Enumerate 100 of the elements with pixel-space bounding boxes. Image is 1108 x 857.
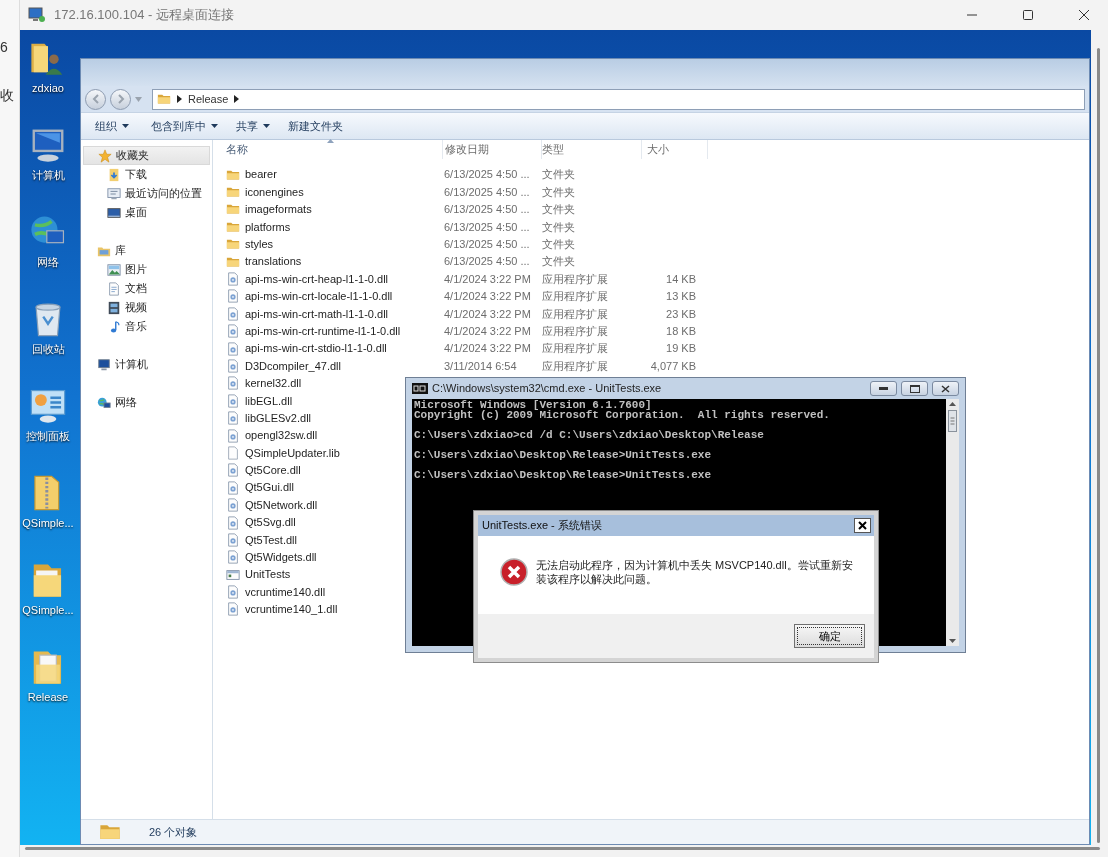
file-name[interactable]: Qt5Core.dll — [245, 462, 301, 479]
scrollbar-thumb[interactable] — [1097, 48, 1100, 843]
file-name[interactable]: api-ms-win-crt-heap-l1-1-0.dll — [245, 270, 389, 288]
size-cell-text: 23 KB — [665, 306, 696, 322]
type-cell-text: 文件夹 — [542, 254, 576, 270]
toolbar-button[interactable]: 共享 — [230, 115, 276, 137]
nav-item[interactable]: 文档 — [81, 279, 212, 298]
close-icon — [1078, 9, 1090, 21]
maximize-icon — [1022, 9, 1034, 21]
console-icon — [412, 383, 428, 394]
file-name[interactable]: libEGL.dll — [245, 392, 293, 409]
recent-icon — [107, 186, 121, 201]
file-name[interactable]: Qt5Widgets.dll — [245, 549, 317, 566]
scroll-up-icon[interactable] — [949, 402, 956, 406]
toolbar-button[interactable]: 组织 — [89, 115, 135, 137]
file-icon — [226, 550, 240, 565]
date-cell-text: 3/11/2014 6:54 — [443, 358, 518, 374]
network-icon — [97, 395, 111, 410]
close-button[interactable] — [854, 518, 871, 533]
desktop-icon-label[interactable]: 计算机 — [31, 167, 65, 184]
file-name[interactable]: opengl32sw.dll — [245, 427, 318, 444]
chevron-icon[interactable] — [177, 95, 182, 103]
file-name[interactable]: api-ms-win-crt-stdio-l1-1-0.dll — [245, 340, 387, 357]
desktop-icon-label[interactable]: zdxiao — [32, 80, 64, 97]
nav-item[interactable]: 网络 — [81, 393, 212, 412]
type-cell-text: 应用程序扩展 — [542, 358, 609, 374]
file-name[interactable]: api-ms-win-crt-runtime-l1-1-0.dll — [245, 322, 401, 340]
maximize-button[interactable] — [901, 381, 928, 396]
desktop-icon-label[interactable]: QSimple... — [22, 515, 74, 532]
nav-item[interactable]: 图片 — [81, 260, 212, 279]
file-icon — [226, 359, 240, 373]
file-name[interactable]: imageformats — [245, 201, 312, 218]
type-cell-text: 文件夹 — [542, 184, 576, 200]
nav-item[interactable]: 音乐 — [81, 317, 212, 336]
folder-icon — [157, 92, 171, 106]
file-name[interactable]: translations — [245, 253, 302, 270]
file-icon — [226, 272, 240, 287]
nav-item[interactable]: 视频 — [81, 298, 212, 317]
file-icon — [226, 411, 240, 426]
ok-button[interactable]: 确定 — [794, 624, 865, 648]
nav-item[interactable]: 库 — [81, 241, 212, 260]
file-name[interactable]: vcruntime140_1.dll — [245, 601, 338, 618]
file-name[interactable]: QSimpleUpdater.lib — [245, 444, 340, 462]
type-cell-text: 文件夹 — [542, 167, 576, 183]
toolbar-button[interactable]: 新建文件夹 — [282, 115, 349, 137]
file-name[interactable]: bearer — [245, 166, 277, 183]
restore-icon — [909, 384, 920, 393]
minimize-button[interactable] — [870, 381, 897, 396]
address-bar[interactable]: Release — [152, 88, 1085, 110]
file-icon — [226, 428, 240, 443]
file-name[interactable]: Qt5Svg.dll — [245, 514, 296, 531]
toolbar-button[interactable]: 包含到库中 — [145, 115, 224, 137]
file-name[interactable]: libGLESv2.dll — [245, 409, 312, 427]
nav-item[interactable]: 最近访问的位置 — [81, 184, 212, 203]
date-cell-text: 6/13/2025 4:50 ... — [443, 254, 531, 270]
file-name[interactable]: platforms — [245, 218, 291, 236]
type-cell-text: 文件夹 — [542, 237, 576, 252]
back-button[interactable] — [85, 88, 106, 110]
file-icon — [226, 532, 240, 547]
desktop-icon-label[interactable]: 控制面板 — [26, 428, 70, 445]
scroll-down-icon[interactable] — [949, 639, 956, 643]
remote-desktop-icon — [28, 7, 46, 23]
scrollbar-thumb[interactable] — [948, 410, 957, 432]
column-header[interactable]: 类型 — [542, 140, 642, 159]
date-cell-text: 6/13/2025 4:50 ... — [443, 184, 531, 200]
file-name[interactable]: Qt5Gui.dll — [245, 479, 294, 496]
window-title: 172.16.100.104 - 远程桌面连接 — [54, 6, 234, 25]
scrollbar-thumb[interactable] — [25, 847, 1100, 850]
nav-item[interactable]: 收藏夹 — [83, 146, 210, 165]
file-name[interactable]: styles — [245, 236, 274, 253]
chevron-icon[interactable] — [234, 95, 240, 103]
file-name[interactable]: Qt5Network.dll — [245, 496, 318, 514]
file-name[interactable]: vcruntime140.dll — [245, 583, 326, 601]
nav-item[interactable]: 计算机 — [81, 355, 212, 374]
file-name[interactable]: D3Dcompiler_47.dll — [245, 357, 341, 375]
file-name[interactable]: kernel32.dll — [245, 375, 302, 392]
console-line: C:\Users\zdxiao\Desktop\Release>UnitTests.exe — [414, 450, 713, 460]
file-name[interactable]: iconengines — [245, 183, 304, 201]
error-message: 无法启动此程序，因为计算机中丢失 MSVCP140.dll。尝试重新安装该程序以解决此问题。 — [536, 558, 854, 587]
file-name[interactable]: Qt5Test.dll — [245, 531, 297, 549]
column-header[interactable]: 大小 — [642, 140, 708, 159]
desktop-icon-label[interactable]: 回收站 — [31, 341, 65, 358]
breadcrumb-item[interactable]: Release — [188, 90, 229, 108]
nav-item[interactable]: 下载 — [81, 165, 212, 184]
background-text: 6 — [0, 40, 9, 54]
computer-icon — [97, 357, 111, 372]
file-name[interactable]: api-ms-win-crt-locale-l1-1-0.dll — [245, 288, 393, 305]
column-header[interactable]: 修改日期 — [443, 140, 542, 159]
documents-icon — [107, 281, 121, 296]
background-text: 收 — [0, 88, 15, 102]
desktop-icon-label[interactable]: 网络 — [37, 254, 59, 271]
file-name[interactable]: api-ms-win-crt-math-l1-1-0.dll — [245, 305, 389, 323]
date-cell-text: 4/1/2024 3:22 PM — [443, 323, 532, 339]
caret-icon — [211, 124, 218, 128]
forward-button[interactable] — [110, 88, 131, 110]
date-cell-text: 4/1/2024 3:22 PM — [443, 271, 532, 287]
close-button[interactable] — [932, 381, 959, 396]
downloads-icon — [107, 167, 121, 182]
nav-item[interactable]: 桌面 — [81, 203, 212, 222]
file-name[interactable]: UnitTests — [245, 566, 291, 583]
